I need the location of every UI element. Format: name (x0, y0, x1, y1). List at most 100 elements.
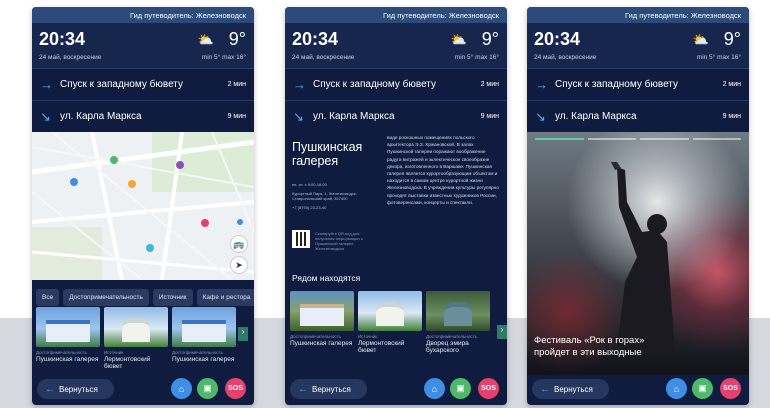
map-marker-blue[interactable] (70, 178, 78, 186)
nearby-card[interactable]: Источник Лермонтовский бювет (358, 291, 422, 354)
map-marker-purple[interactable] (176, 161, 184, 169)
progress-segment (692, 138, 741, 140)
city-map[interactable]: 🚌 ➤ (32, 132, 254, 280)
address: Курортный Парк, 1, Железноводск, Ставроп… (292, 191, 357, 201)
map-icon[interactable]: ▣ (450, 378, 471, 399)
poi-category: Достопримечательность (290, 334, 341, 339)
sos-button[interactable]: SOS (478, 378, 499, 399)
sos-button[interactable]: SOS (720, 378, 741, 399)
home-icon[interactable]: ⌂ (666, 378, 687, 399)
poi-title: Лермонтовский бювет (358, 340, 405, 354)
event-banner[interactable]: Фестиваль «Рок в горах» пройдет в эти вы… (527, 132, 749, 375)
poi-category: Достопримечательность (36, 350, 87, 355)
title-line: Фестиваль «Рок в горах» (534, 335, 645, 346)
qr-code (292, 230, 310, 248)
temperature-range: min 5° max 16° (696, 54, 741, 61)
locate-icon[interactable]: ➤ (230, 256, 248, 274)
poi-photo (104, 307, 168, 347)
map-icon[interactable]: ▣ (692, 378, 713, 399)
poi-detail: Пушкинская галерея пн.-пт. с 9:00-18:00 … (285, 132, 507, 277)
filter-sights[interactable]: Достопримечательность (63, 289, 149, 306)
arrow-right-icon: → (535, 77, 548, 92)
back-button[interactable]: ← Вернуться (290, 379, 367, 399)
weather-widget: 20:34 24 май, воскресение ⛅ 9° min 5° ma… (527, 23, 749, 68)
story-progress (535, 138, 741, 140)
route-name: ул. Карла Маркса (60, 111, 142, 122)
home-icon[interactable]: ⌂ (171, 378, 192, 399)
chevron-right-icon[interactable]: › (238, 327, 248, 341)
route-duration: 2 мин (722, 81, 741, 88)
back-button-label: Вернуться (312, 384, 351, 394)
chevron-right-icon[interactable]: › (497, 325, 507, 339)
weather-widget: 20:34 24 май, воскресение ⛅ 9° min 5° ma… (32, 23, 254, 68)
route-item[interactable]: → Спуск к западному бювету 2 мин (32, 68, 254, 100)
filter-cafes[interactable]: Кафе и рестора (196, 289, 254, 306)
title-line: Пушкинская (292, 140, 363, 154)
cloud-sun-icon: ⛅ (692, 32, 709, 47)
clock-date: 24 май, воскресение (39, 54, 102, 61)
poi-photo (172, 307, 236, 347)
back-button[interactable]: ← Вернуться (37, 379, 114, 399)
clock-time: 20:34 (534, 29, 581, 49)
filter-all[interactable]: Все (36, 289, 60, 306)
nearby-heading: Рядом находятся (292, 273, 361, 283)
temperature: 9° (228, 29, 246, 49)
temperature: 9° (481, 29, 499, 49)
temperature-range: min 5° max 16° (201, 54, 246, 61)
route-item[interactable]: ↘ ул. Карла Маркса 9 мин (527, 100, 749, 132)
title-line: пройдет в эти выходные (534, 347, 642, 358)
map-marker-green[interactable] (110, 156, 118, 164)
route-duration: 9 мин (722, 113, 741, 120)
poi-photo (36, 307, 100, 347)
route-name: ул. Карла Маркса (313, 111, 395, 122)
bottom-bar: ← Вернуться ⌂ ▣ SOS (32, 375, 254, 405)
nearby-card[interactable]: Достопримечательность Пушкинская галерея (290, 291, 354, 354)
clock-time: 20:34 (292, 29, 339, 49)
route-item[interactable]: → Спуск к западному бювету 2 мин (285, 68, 507, 100)
map-marker-teal[interactable] (146, 244, 154, 252)
map-marker-orange[interactable] (128, 180, 136, 188)
route-duration: 2 мин (480, 81, 499, 88)
poi-title: Лермонтовский бювет (104, 356, 151, 370)
route-item[interactable]: → Спуск к западному бювету 2 мин (527, 68, 749, 100)
clock-date: 24 май, воскресение (534, 54, 597, 61)
back-button-label: Вернуться (59, 384, 98, 394)
poi-card[interactable]: Достопримечательность Пушкинская галерея (172, 307, 236, 370)
bottom-bar: ← Вернуться ⌂ ▣ SOS (527, 375, 749, 405)
screen-detail: Гид путеводитель: Железноводск 20:34 24 … (285, 7, 507, 405)
poi-title: Пушкинская галерея (36, 356, 99, 363)
route-item[interactable]: ↘ ул. Карла Маркса 9 мин (32, 100, 254, 132)
qr-caption: Сканируйте QR-код для получения информац… (315, 231, 363, 251)
cloud-sun-icon: ⛅ (197, 32, 214, 47)
phone: +7 (8793) 23-23-40 (292, 205, 327, 210)
screen-event: Гид путеводитель: Железноводск 20:34 24 … (527, 7, 749, 405)
sos-button[interactable]: SOS (225, 378, 246, 399)
header-title: Гид путеводитель: Железноводск (527, 7, 749, 23)
poi-photo (290, 291, 354, 331)
arrow-left-icon: ← (45, 383, 55, 395)
progress-segment (640, 138, 689, 140)
back-button[interactable]: ← Вернуться (532, 379, 609, 399)
poi-card[interactable]: Достопримечательность Пушкинская галерея (36, 307, 100, 370)
clock-time: 20:34 (39, 29, 86, 49)
concert-performer (611, 162, 675, 352)
arrow-down-right-icon: ↘ (293, 108, 304, 124)
route-item[interactable]: ↘ ул. Карла Маркса 9 мин (285, 100, 507, 132)
title-line: галерея (292, 154, 339, 168)
filter-springs[interactable]: Источник (152, 289, 193, 306)
poi-description: виде роскошных помещениях польского архи… (387, 135, 499, 205)
map-icon[interactable]: ▣ (197, 378, 218, 399)
map-marker-pink[interactable] (201, 219, 209, 227)
home-icon[interactable]: ⌂ (424, 378, 445, 399)
poi-card[interactable]: Источник Лермонтовский бювет (104, 307, 168, 370)
arrow-right-icon: → (40, 77, 53, 92)
route-duration: 9 мин (227, 113, 246, 120)
screen-map: Гид путеводитель: Железноводск 20:34 24 … (32, 7, 254, 405)
bus-icon[interactable]: 🚌 (230, 235, 248, 253)
cloud-sun-icon: ⛅ (450, 32, 467, 47)
map-marker-blue[interactable] (237, 219, 243, 225)
back-button-label: Вернуться (554, 384, 593, 394)
poi-photo (426, 291, 490, 331)
nearby-card[interactable]: Достопримечательность Дворец эмира бухар… (426, 291, 490, 354)
poi-category: Достопримечательность (426, 334, 477, 339)
